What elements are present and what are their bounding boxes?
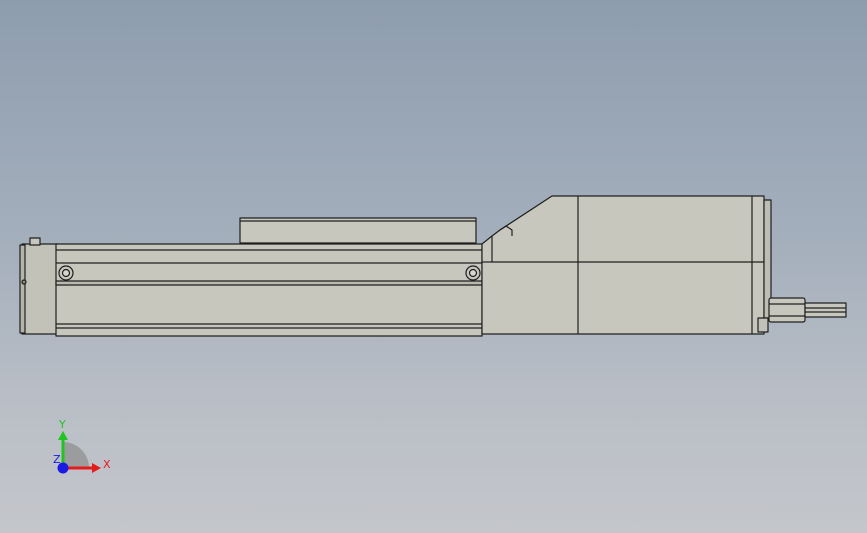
cable-gland: [768, 297, 806, 323]
end-cap-lip: [29, 237, 41, 246]
motor-end-cap-foot: [757, 317, 769, 333]
orientation-triad: X Y Z: [53, 418, 111, 474]
slider-table: [239, 217, 477, 244]
cable: [804, 302, 847, 318]
motor-housing: [481, 195, 765, 335]
end-cap-hole: [21, 279, 27, 285]
side-rail: [55, 280, 483, 286]
x-axis-label: X: [103, 458, 111, 471]
end-cap: [21, 243, 59, 335]
linear-actuator-model[interactable]: [19, 195, 847, 337]
triad-arc: [63, 442, 89, 468]
x-axis-arrow: [92, 463, 101, 473]
screw-right-inner: [468, 268, 478, 278]
end-cap-slot: [19, 244, 26, 334]
actuator-body: [55, 243, 483, 337]
y-axis-arrow: [58, 431, 68, 440]
z-axis-label: Z: [53, 453, 61, 466]
cad-viewport[interactable]: X Y Z: [0, 0, 867, 533]
y-axis-label: Y: [58, 418, 66, 431]
screw-left-inner: [61, 268, 71, 278]
